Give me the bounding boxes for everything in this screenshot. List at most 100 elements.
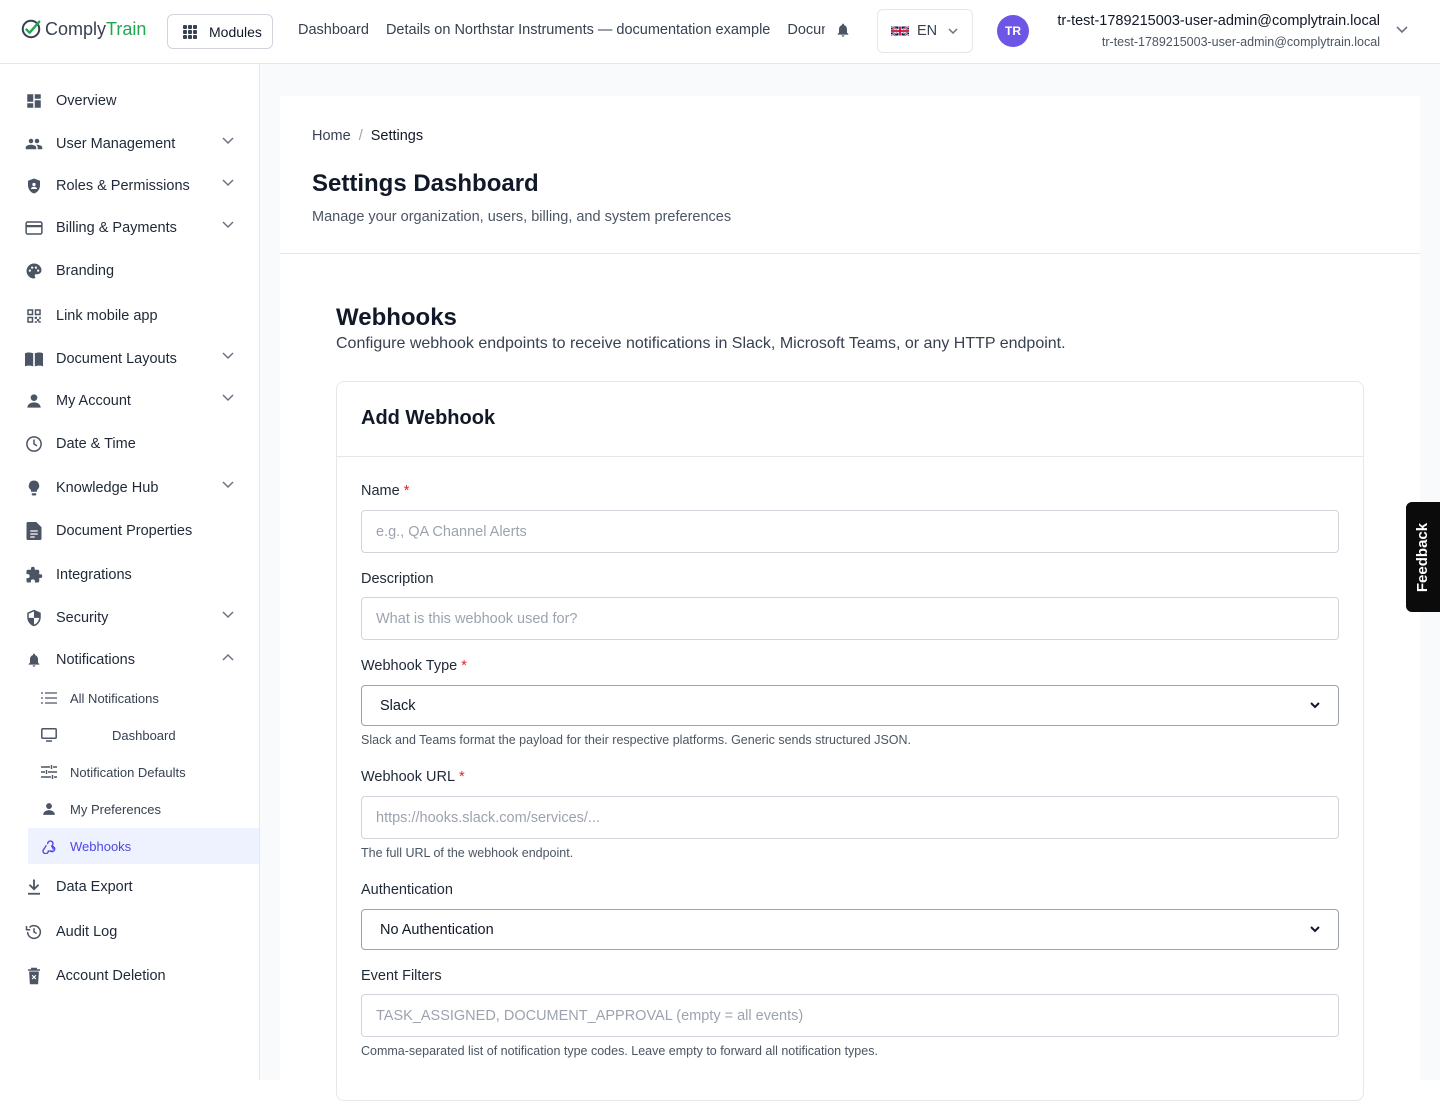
monitor-icon <box>40 726 58 744</box>
name-input[interactable]: e.g., QA Channel Alerts <box>361 510 1339 553</box>
delete-icon <box>24 966 44 986</box>
authentication-label: Authentication <box>361 882 453 898</box>
sidebar-item-branding[interactable]: Branding <box>24 259 234 283</box>
sidebar-item-link-mobile-app[interactable]: Link mobile app <box>24 304 234 328</box>
user-menu-chevron-icon[interactable] <box>1396 26 1408 34</box>
chevron-down-icon <box>222 137 234 145</box>
dashboard-icon <box>24 91 44 111</box>
sidebar-item-data-export[interactable]: Data Export <box>24 875 234 899</box>
sidebar: Overview User Management Roles & Permiss… <box>0 64 260 1080</box>
topnav-dashboard-link[interactable]: Dashboard <box>298 22 369 38</box>
name-label: Name * <box>361 483 409 499</box>
shield-person-icon <box>24 176 44 196</box>
notifications-bell-icon[interactable] <box>835 21 851 39</box>
sidebar-item-label: Audit Log <box>56 924 118 940</box>
webhook-type-label: Webhook Type * <box>361 658 467 674</box>
sidebar-subitem-notification-defaults[interactable]: Notification Defaults <box>40 761 240 783</box>
modules-button[interactable]: Modules <box>167 14 273 49</box>
sidebar-subitem-label: Dashboard <box>112 727 176 743</box>
required-marker: * <box>461 658 467 674</box>
clock-icon <box>24 434 44 454</box>
webhook-type-help: Slack and Teams format the payload for t… <box>361 733 912 747</box>
user-email: tr-test-1789215003-user-admin@complytrai… <box>1101 35 1380 49</box>
sidebar-subitem-all-notifications[interactable]: All Notifications <box>40 687 240 709</box>
breadcrumb-current: Settings <box>370 128 424 144</box>
webhooks-section: Webhooks Configure webhook endpoints to … <box>280 254 1420 1101</box>
history-icon <box>24 922 44 942</box>
event-filters-label: Event Filters <box>361 968 442 984</box>
webhook-type-value: Slack <box>380 697 416 714</box>
logo-text-train: Train <box>106 18 147 39</box>
sidebar-item-label: Account Deletion <box>56 968 166 984</box>
sidebar-item-label: Overview <box>56 93 117 109</box>
authentication-select[interactable]: No Authentication <box>361 909 1339 950</box>
chevron-down-icon <box>222 221 234 229</box>
sidebar-subitem-label: Webhooks <box>70 838 132 854</box>
person-icon <box>40 800 58 818</box>
sidebar-subitem-my-preferences[interactable]: My Preferences <box>40 798 240 820</box>
sidebar-item-label: Branding <box>56 263 115 279</box>
top-bar: Comply Train Modules Dashboard Details on … <box>0 0 1440 64</box>
sidebar-item-label: Integrations <box>56 567 132 583</box>
users-icon <box>24 134 44 154</box>
sidebar-subitem-dashboard[interactable]: Dashboard <box>40 724 240 746</box>
sidebar-item-knowledge-hub[interactable]: Knowledge Hub <box>24 476 234 500</box>
sidebar-item-label: Roles & Permissions <box>56 178 190 194</box>
sidebar-item-label: Document Layouts <box>56 351 177 367</box>
sidebar-item-my-account[interactable]: My Account <box>24 389 234 413</box>
sidebar-item-label: User Management <box>56 136 176 152</box>
sidebar-item-document-properties[interactable]: Document Properties <box>24 519 234 543</box>
top-navigation: Dashboard Details on Northstar Instrument… <box>298 22 825 38</box>
sidebar-item-label: Knowledge Hub <box>56 480 159 496</box>
sidebar-item-notifications[interactable]: Notifications <box>24 648 234 672</box>
event-filters-help: Comma-separated list of notification typ… <box>361 1044 878 1058</box>
sidebar-item-roles-permissions[interactable]: Roles & Permissions <box>24 174 234 198</box>
breadcrumb-separator: / <box>358 128 363 144</box>
sidebar-item-overview[interactable]: Overview <box>24 89 234 113</box>
sidebar-item-security[interactable]: Security <box>24 606 234 630</box>
sidebar-item-label: Date & Time <box>56 436 136 452</box>
description-label: Description <box>361 571 434 587</box>
logo-check-icon <box>21 19 41 39</box>
sidebar-subitem-webhooks[interactable]: Webhooks <box>40 835 240 857</box>
sidebar-item-account-deletion[interactable]: Account Deletion <box>24 964 234 988</box>
webhook-url-help: The full URL of the webhook endpoint. <box>361 846 574 860</box>
topnav-documents-link[interactable]: Documents <box>787 22 825 38</box>
webhook-url-input[interactable]: https://hooks.slack.com/services/... <box>361 796 1339 839</box>
chevron-down-icon <box>222 611 234 619</box>
language-selector[interactable]: EN <box>877 9 973 53</box>
webhook-type-label-text: Webhook Type <box>361 658 458 674</box>
sidebar-item-integrations[interactable]: Integrations <box>24 563 234 587</box>
webhook-type-select[interactable]: Slack <box>361 685 1339 726</box>
page-subtitle: Manage your organization, users, billing… <box>312 209 732 225</box>
sidebar-item-label: Data Export <box>56 879 133 895</box>
sidebar-item-document-layouts[interactable]: Document Layouts <box>24 347 234 371</box>
user-avatar[interactable]: TR <box>997 15 1029 47</box>
sidebar-item-audit-log[interactable]: Audit Log <box>24 920 234 944</box>
person-icon <box>24 391 44 411</box>
breadcrumb-home-link[interactable]: Home <box>312 128 351 144</box>
sidebar-item-user-management[interactable]: User Management <box>24 132 234 156</box>
authentication-value: No Authentication <box>380 921 494 938</box>
feedback-tab[interactable]: Feedback <box>1406 502 1440 612</box>
sidebar-item-date-time[interactable]: Date & Time <box>24 432 234 456</box>
lightbulb-icon <box>24 478 44 498</box>
download-icon <box>24 877 44 897</box>
chevron-down-icon <box>948 28 958 34</box>
user-name[interactable]: tr-test-1789215003-user-admin@complytrai… <box>1057 13 1380 29</box>
sidebar-item-label: Billing & Payments <box>56 220 177 236</box>
logo-text-comply: Comply <box>45 18 107 39</box>
list-icon <box>40 689 58 707</box>
sidebar-subitem-label: My Preferences <box>70 801 162 817</box>
topnav-details-link[interactable]: Details on Northstar Instruments — docum… <box>386 22 770 38</box>
chevron-down-icon <box>222 481 234 489</box>
tune-icon <box>40 763 58 781</box>
chevron-up-icon <box>222 653 234 661</box>
sidebar-item-billing-payments[interactable]: Billing & Payments <box>24 216 234 240</box>
app-logo[interactable]: Comply Train <box>20 18 146 40</box>
event-filters-input[interactable]: TASK_ASSIGNED, DOCUMENT_APPROVAL (empty … <box>361 994 1339 1037</box>
shield-icon <box>24 608 44 628</box>
apps-grid-icon <box>183 24 197 39</box>
description-input[interactable]: What is this webhook used for? <box>361 597 1339 640</box>
modules-label: Modules <box>209 23 262 40</box>
